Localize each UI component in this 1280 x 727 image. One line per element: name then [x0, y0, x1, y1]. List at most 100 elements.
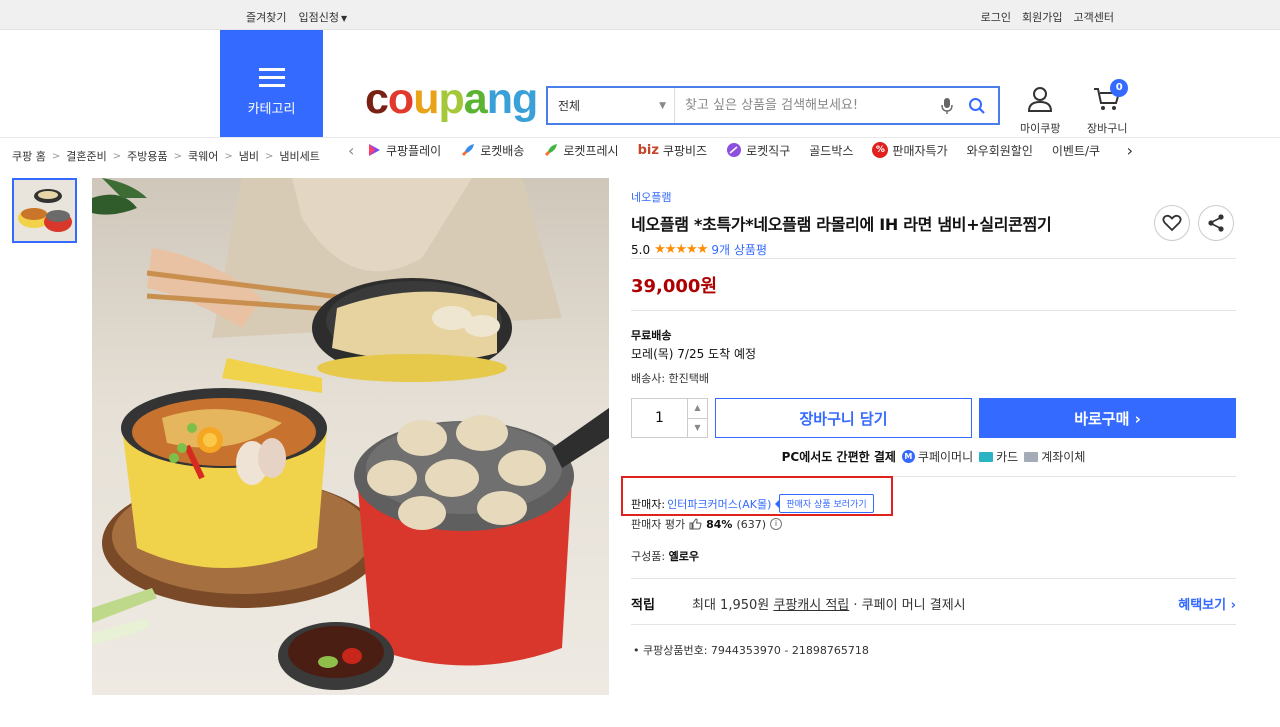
info-icon[interactable]: i — [770, 518, 783, 530]
breadcrumb-item[interactable]: 쿠팡 홈 — [12, 148, 46, 164]
reward-text: 최대 1,950원 쿠팡캐시 적립 · 쿠페이 머니 결제시 — [692, 598, 966, 613]
chevron-left-icon[interactable]: ‹ — [348, 141, 366, 160]
store-apply-label: 입점신청 — [298, 11, 339, 24]
chevron-right-icon: > — [51, 150, 61, 162]
breadcrumb-item[interactable]: 주방용품 — [127, 148, 167, 164]
subnav-item-label: 로켓프레시 — [563, 143, 619, 158]
quantity-value[interactable]: 1 — [632, 399, 687, 437]
subnav-item-label: 쿠팡비즈 — [662, 143, 708, 158]
divider — [631, 258, 1236, 259]
subnav-item-label: 이벤트/쿠 — [1051, 143, 1101, 158]
option-row: 구성품: 옐로우 — [631, 548, 699, 564]
payment-methods: PC에서도 간편한 결제 M 쿠페이머니 카드 계좌이체 — [631, 448, 1236, 465]
buy-now-button[interactable]: 바로구매 › — [979, 398, 1236, 438]
search-scope-select[interactable]: 전체 ▼ — [548, 88, 675, 123]
coupang-logo[interactable]: coupang — [365, 78, 538, 121]
bank-icon — [1024, 451, 1039, 462]
subnav-item-coupang-play[interactable]: 쿠팡플레이 — [366, 142, 441, 159]
thumbs-up-icon — [689, 518, 702, 530]
share-button[interactable] — [1198, 205, 1234, 241]
chevron-right-icon[interactable]: › — [1115, 141, 1133, 160]
rating-score: 5.0 — [631, 242, 651, 257]
top-utility-bar: 즐겨찾기 입점신청 ▼ 로그인 회원가입 고객센터 — [0, 0, 1280, 30]
shipping-info: 무료배송 모레(목) 7/25 도착 예정 배송사: 한진택배 — [631, 326, 756, 388]
subnav-item-seller-deal[interactable]: % 판매자특가 — [872, 142, 948, 159]
category-menu-button[interactable]: 카테고리 — [220, 30, 323, 137]
subnav-item-wow-discount[interactable]: 와우회원할인 — [967, 142, 1033, 159]
cart-count-badge: 0 — [1110, 79, 1129, 97]
hamburger-icon — [259, 68, 285, 92]
wishlist-button[interactable] — [1154, 205, 1190, 241]
chevron-right-icon: > — [224, 150, 233, 162]
subnav-item-rocket-fresh[interactable]: 로켓프레시 — [543, 142, 619, 159]
product-id: • 쿠팡상품번호: 7944353970 - 21898765718 — [633, 644, 869, 657]
pay-title: PC에서도 간편한 결제 — [781, 450, 896, 464]
reward-label: 적립 — [631, 598, 655, 613]
chevron-right-icon: > — [112, 150, 122, 162]
seller-label: 판매자: — [631, 497, 666, 511]
review-count-link[interactable]: 9개 상품평 — [711, 241, 767, 258]
product-price: 39,000원 — [631, 276, 718, 297]
bookmark-link[interactable]: 즐겨찾기 — [246, 9, 286, 25]
seller-name-link[interactable]: 인터파크커머스(AK몰) — [667, 496, 771, 512]
subnav-item-rocket-delivery[interactable]: 로켓배송 — [460, 142, 524, 159]
pay-method-coupay: M 쿠페이머니 — [901, 448, 973, 465]
seller-row: 판매자: 인터파크커머스(AK몰) 판매자 상품 보러가기 — [631, 494, 874, 513]
subnav-item-label: 쿠팡플레이 — [386, 143, 442, 158]
breadcrumb-item[interactable]: 냄비 — [239, 148, 259, 164]
reward-row: 적립 최대 1,950원 쿠팡캐시 적립 · 쿠페이 머니 결제시 혜택보기 › — [631, 594, 1236, 613]
option-label: 구성품: — [631, 550, 666, 563]
subnav-item-coupang-biz[interactable]: biz 쿠팡비즈 — [638, 142, 708, 159]
chevron-right-icon: › — [1134, 409, 1141, 428]
product-thumbnail[interactable] — [12, 178, 77, 243]
breadcrumb-item[interactable]: 결혼준비 — [66, 148, 106, 164]
user-icon — [1028, 87, 1053, 112]
site-header: 카테고리 coupang 전체 ▼ 마이쿠팡 0 장바구니 ‹ — [0, 30, 1280, 160]
play-icon — [369, 144, 380, 156]
brand-link[interactable]: 네오플램 — [631, 191, 671, 204]
subnav-item-label: 로켓직구 — [746, 143, 791, 158]
signup-link[interactable]: 회원가입 — [1022, 9, 1062, 25]
add-to-cart-button[interactable]: 장바구니 담기 — [715, 398, 972, 438]
subnav-item-label: 판매자특가 — [892, 143, 948, 158]
subnav-item-goldbox[interactable]: 골드박스 — [809, 142, 853, 159]
search-input[interactable] — [675, 88, 932, 123]
pay-method-card: 카드 — [979, 448, 1018, 465]
cart-button[interactable]: 0 장바구니 — [1087, 79, 1129, 136]
free-shipping-label: 무료배송 — [631, 329, 672, 342]
rocket-fresh-icon — [545, 144, 558, 156]
customer-center-link[interactable]: 고객센터 — [1074, 9, 1114, 25]
divider — [631, 310, 1236, 311]
chevron-right-icon: > — [265, 150, 274, 162]
divider — [631, 578, 1236, 579]
share-icon — [1208, 214, 1224, 232]
breadcrumb-item[interactable]: 냄비세트 — [279, 148, 319, 164]
seller-products-tooltip[interactable]: 판매자 상품 보러가기 — [775, 494, 874, 513]
divider — [631, 624, 1236, 625]
search-bar: 전체 ▼ — [546, 86, 1000, 125]
voice-search-icon[interactable] — [932, 97, 962, 115]
mypage-button[interactable]: 마이쿠팡 — [1020, 85, 1060, 136]
rocket-icon — [462, 144, 475, 156]
mypage-label: 마이쿠팡 — [1020, 122, 1061, 135]
carrier-info: 배송사: 한진택배 — [631, 372, 710, 385]
search-scope-value: 전체 — [558, 99, 581, 113]
store-apply-link[interactable]: 입점신청 ▼ — [298, 9, 347, 25]
quantity-up-icon[interactable]: ▲ — [688, 399, 707, 419]
coupang-cash-link[interactable]: 쿠팡캐시 적립 — [773, 598, 849, 613]
product-main-image[interactable] — [92, 178, 609, 695]
benefits-link[interactable]: 혜택보기 › — [1178, 594, 1236, 613]
subnav-item-rocket-global[interactable]: 로켓직구 — [726, 142, 790, 159]
heart-icon — [1162, 214, 1182, 232]
chevron-right-icon: › — [1230, 598, 1236, 613]
subnav-item-event[interactable]: 이벤트/쿠 — [1052, 142, 1100, 159]
login-link[interactable]: 로그인 — [981, 9, 1011, 25]
search-icon[interactable] — [962, 97, 992, 115]
quantity-stepper: 1 ▲ ▼ — [631, 398, 708, 438]
quantity-down-icon[interactable]: ▼ — [688, 419, 707, 438]
breadcrumb-item[interactable]: 쿡웨어 — [188, 148, 218, 164]
arrival-date: 모레(목) 7/25 도착 예정 — [631, 347, 757, 361]
biz-logo-icon: biz — [637, 142, 659, 158]
sub-navigation: ‹ 쿠팡플레이 로켓배송 로켓프레시 biz 쿠팡비즈 로켓직구 골드박스 % … — [348, 140, 1133, 160]
subnav-item-label: 골드박스 — [809, 143, 854, 158]
